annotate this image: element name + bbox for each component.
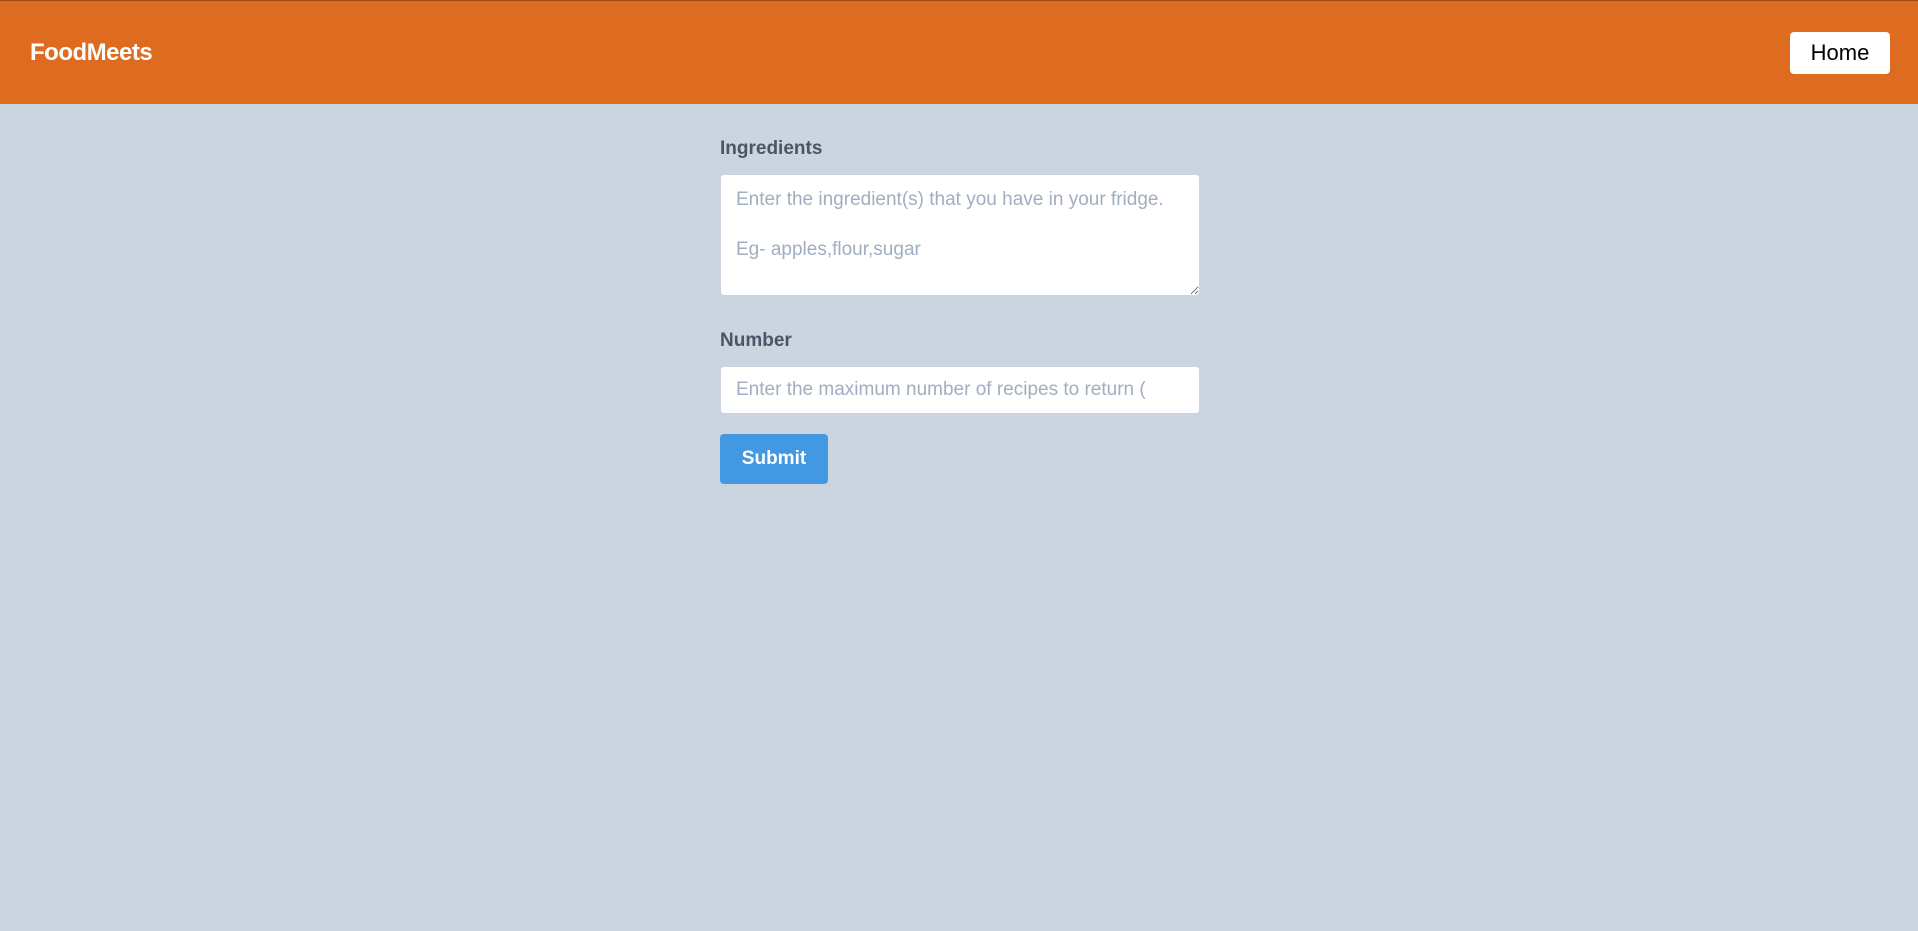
number-label: Number xyxy=(720,330,792,351)
ingredients-textarea[interactable] xyxy=(720,174,1200,296)
brand-logo[interactable]: FoodMeets xyxy=(30,39,153,67)
submit-button[interactable]: Submit xyxy=(720,434,828,484)
ingredients-label: Ingredients xyxy=(720,138,823,159)
navbar: FoodMeets Home xyxy=(0,0,1918,104)
recipe-search-form: Ingredients Number Submit xyxy=(720,136,1200,484)
number-input[interactable] xyxy=(720,366,1200,414)
home-button[interactable]: Home xyxy=(1790,32,1890,74)
